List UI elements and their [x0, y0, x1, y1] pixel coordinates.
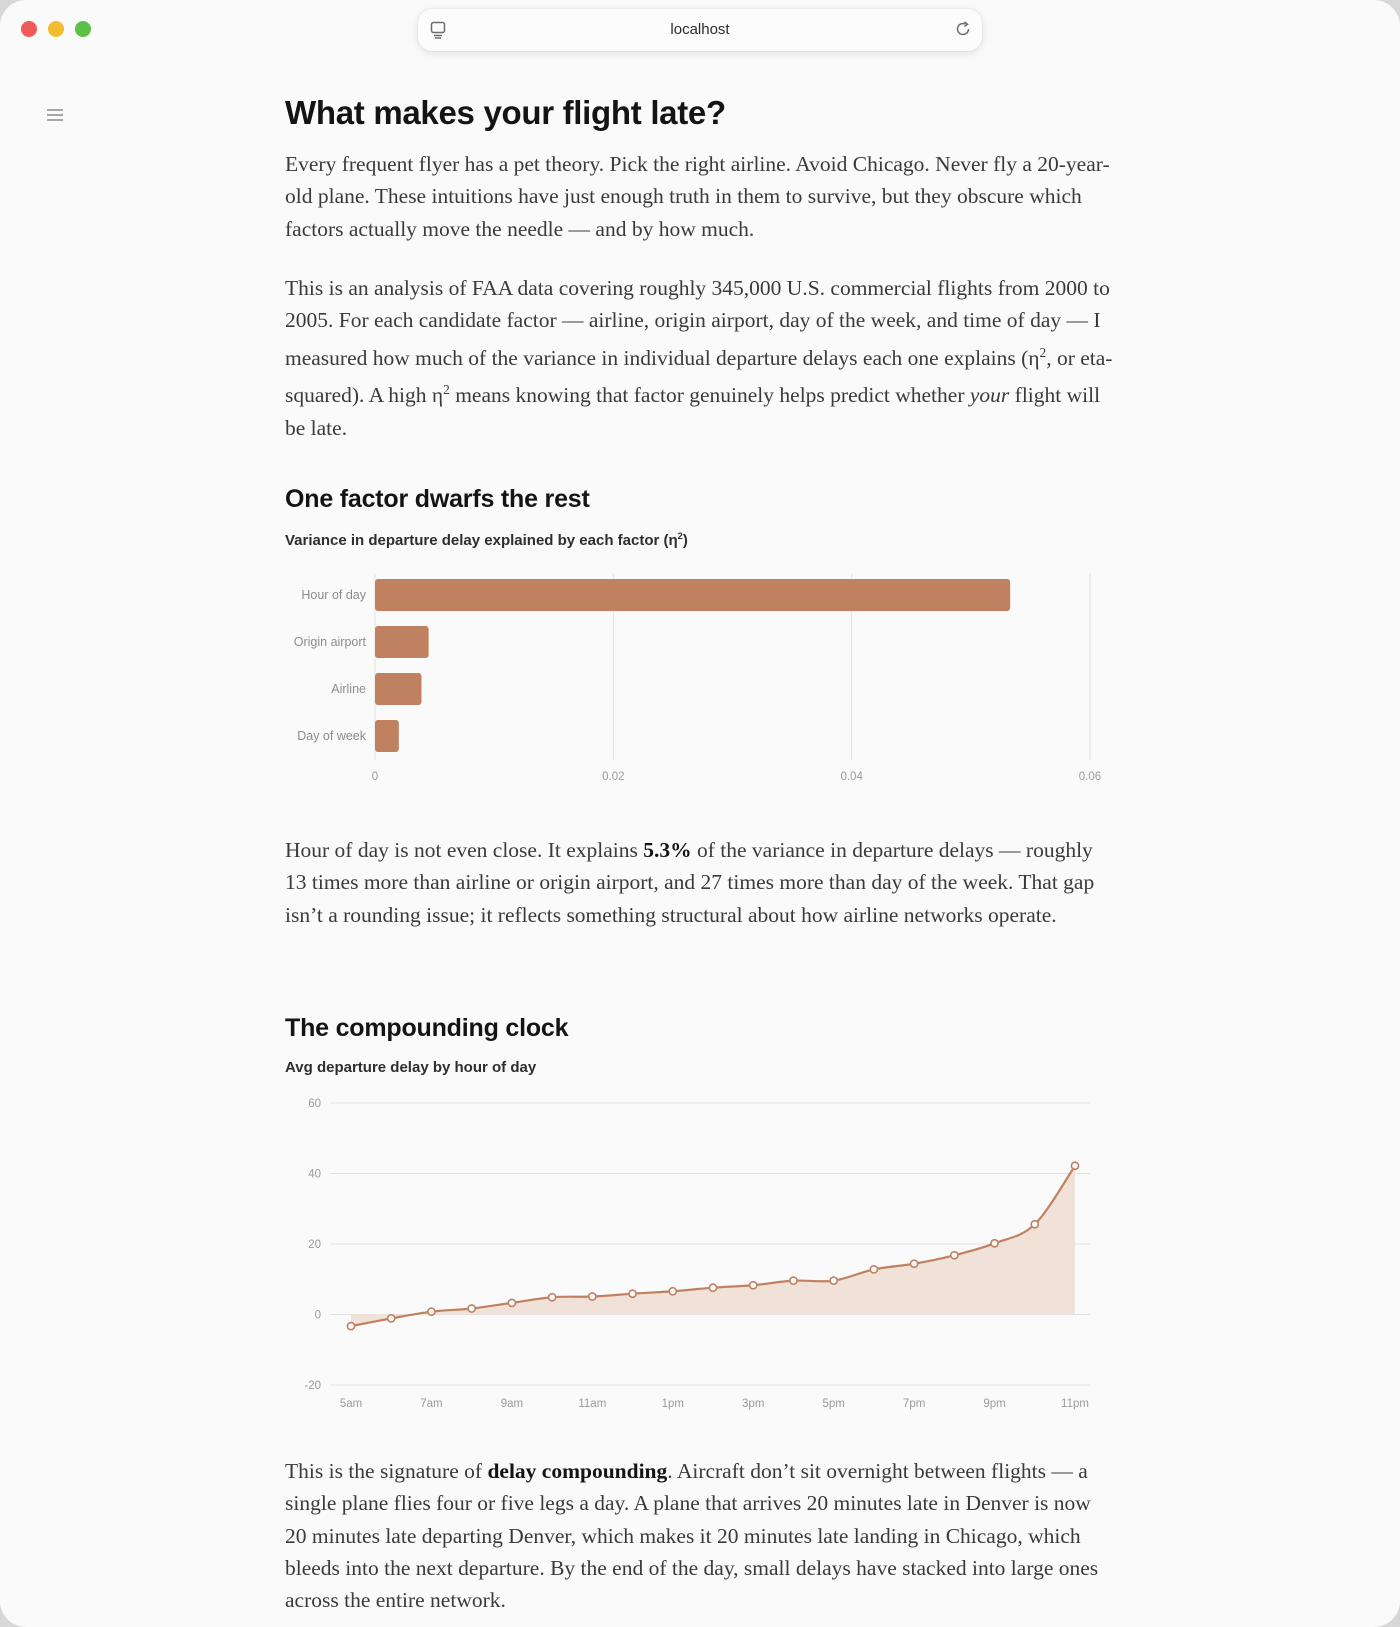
page-title: What makes your flight late?: [285, 94, 726, 131]
data-point: [789, 1276, 798, 1286]
section-heading-2: The compounding clock: [285, 1014, 569, 1042]
x-tick-label: 11pm: [1061, 1398, 1089, 1410]
address-bar[interactable]: localhost: [418, 9, 982, 51]
data-point: [507, 1298, 517, 1308]
data-point: [547, 1292, 557, 1302]
data-point: [668, 1286, 678, 1296]
bar-chart: 0 0.02 0.04 0.06 Hour of day Origin airport Ai…: [294, 574, 1101, 783]
bar: [375, 626, 429, 658]
y-tick-label: 60: [308, 1098, 321, 1110]
x-tick-label: 0: [372, 771, 378, 783]
line-chart: 60 40 20 0 -20 5am 7am 9am 11am 1pm 3pm 5pm 7pm 9pm 11…: [304, 1098, 1090, 1410]
data-point: [829, 1276, 839, 1286]
data-point: [628, 1289, 637, 1299]
x-tick-label: 0.02: [602, 771, 624, 783]
data-point: [990, 1238, 999, 1248]
bar: [375, 579, 1011, 611]
data-point: [1030, 1219, 1040, 1229]
x-tick-label: 3pm: [742, 1398, 764, 1410]
browser-window: localhost What makes your flight late? E…: [0, 0, 1400, 1627]
area-fill: [351, 1165, 1075, 1327]
reload-icon[interactable]: [954, 20, 972, 43]
data-point: [708, 1283, 718, 1293]
section-heading-1: One factor dwarfs the rest: [285, 485, 590, 513]
x-tick-label: 9pm: [983, 1398, 1005, 1410]
bar: [375, 673, 422, 705]
x-tick-label: 11am: [578, 1398, 606, 1410]
menu-icon[interactable]: [46, 107, 64, 128]
section-1-paragraph: Hour of day is not even close. It explai…: [285, 838, 1095, 927]
category-label: Origin airport: [294, 635, 367, 649]
maximize-window-button[interactable]: [75, 21, 91, 37]
y-tick-label: 20: [308, 1239, 321, 1251]
category-label: Airline: [331, 682, 366, 696]
x-tick-label: 5am: [340, 1398, 362, 1410]
data-point: [748, 1280, 758, 1290]
close-window-button[interactable]: [21, 21, 37, 37]
category-label: Day of week: [297, 729, 367, 743]
line-chart-title: Avg departure delay by hour of day: [285, 1059, 537, 1076]
data-point: [1070, 1161, 1080, 1171]
bar: [375, 720, 399, 752]
y-tick-label: -20: [304, 1380, 321, 1392]
data-point: [949, 1250, 959, 1260]
window-controls: [21, 21, 91, 37]
url-text: localhost: [670, 21, 730, 38]
y-tick-label: 40: [308, 1169, 321, 1181]
x-tick-label: 7pm: [903, 1398, 925, 1410]
data-point: [427, 1307, 436, 1317]
section-2-paragraph: This is the signature of delay compoundi…: [285, 1459, 1099, 1613]
x-tick-label: 0.04: [840, 771, 863, 783]
x-tick-label: 5pm: [822, 1398, 844, 1410]
data-point: [869, 1264, 879, 1274]
x-tick-label: 1pm: [662, 1398, 684, 1410]
y-tick-label: 0: [315, 1310, 321, 1322]
x-tick-label: 7am: [420, 1398, 442, 1410]
data-point: [386, 1313, 396, 1323]
bar-chart-title: Variance in departure delay explained by…: [285, 531, 688, 549]
intro-paragraph-2: This is an analysis of FAA data covering…: [285, 276, 1113, 440]
category-label: Hour of day: [301, 588, 366, 602]
data-point: [909, 1259, 919, 1269]
data-point: [467, 1304, 477, 1313]
minimize-window-button[interactable]: [48, 21, 64, 37]
x-tick-label: 9am: [501, 1398, 523, 1410]
data-point: [346, 1321, 356, 1331]
x-tick-label: 0.06: [1079, 771, 1101, 783]
data-point: [587, 1292, 597, 1301]
intro-paragraph-1: Every frequent flyer has a pet theory. P…: [285, 152, 1110, 241]
